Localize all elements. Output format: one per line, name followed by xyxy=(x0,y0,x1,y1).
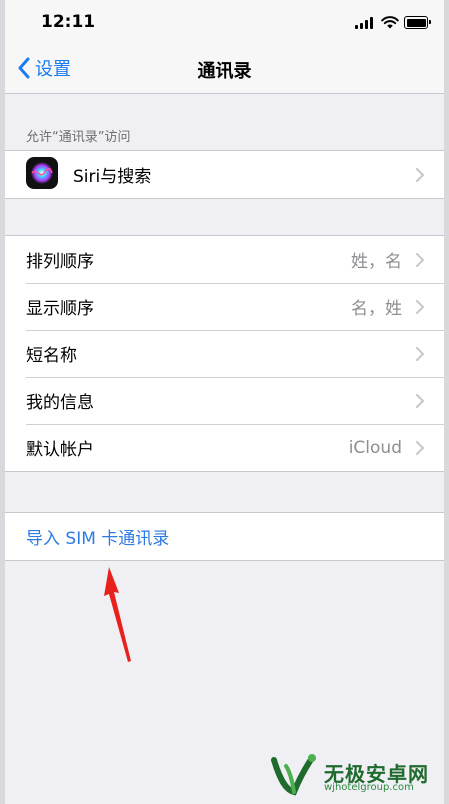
chevron-right-icon xyxy=(416,346,424,361)
status-time: 12:11 xyxy=(41,12,96,32)
display-order-label: 显示顺序 xyxy=(26,299,94,319)
status-bar: 12:11 xyxy=(5,0,444,44)
import-sim-group: 导入 SIM 卡通讯录 xyxy=(5,512,444,561)
sort-order-value: 姓，名 xyxy=(351,252,402,272)
short-name-label: 短名称 xyxy=(26,346,77,366)
default-account-label: 默认帐户 xyxy=(26,440,94,460)
chevron-right-icon xyxy=(416,440,424,455)
watermark: 无极安卓网 wjhotelgroup.com xyxy=(268,748,448,800)
chevron-right-icon xyxy=(416,393,424,408)
right-border xyxy=(444,0,449,804)
sort-order-row[interactable]: 排列顺序 姓，名 xyxy=(5,236,444,283)
default-account-row[interactable]: 默认帐户 iCloud xyxy=(5,424,444,471)
import-sim-label: 导入 SIM 卡通讯录 xyxy=(26,529,170,549)
siri-icon xyxy=(26,157,58,189)
my-info-label: 我的信息 xyxy=(26,393,94,413)
signal-icon xyxy=(355,17,377,29)
my-info-row[interactable]: 我的信息 xyxy=(5,377,444,424)
display-order-row[interactable]: 显示顺序 名，姓 xyxy=(5,283,444,330)
wifi-icon xyxy=(381,16,399,29)
watermark-url: wjhotelgroup.com xyxy=(324,782,414,793)
siri-search-label: Siri与搜索 xyxy=(73,167,152,187)
short-name-row[interactable]: 短名称 xyxy=(5,330,444,377)
chevron-right-icon xyxy=(416,252,424,267)
default-account-value: iCloud xyxy=(348,437,402,458)
navigation-bar: 设置 通讯录 xyxy=(5,44,444,94)
allow-access-group: Siri与搜索 xyxy=(5,150,444,199)
section-header-allow: 允许“通讯录”访问 xyxy=(26,130,131,145)
screen: 12:11 设置 通讯录 允许“通讯录”访问 Siri与搜索 排列顺序 姓，名 … xyxy=(0,0,449,804)
import-sim-contacts-button[interactable]: 导入 SIM 卡通讯录 xyxy=(5,513,444,560)
page-title: 通讯录 xyxy=(197,61,252,82)
siri-search-row[interactable]: Siri与搜索 xyxy=(5,151,444,198)
contacts-settings-group: 排列顺序 姓，名 显示顺序 名，姓 短名称 我的信息 默认帐户 iCloud xyxy=(5,235,444,472)
sort-order-label: 排列顺序 xyxy=(26,252,94,272)
chevron-right-icon xyxy=(416,167,424,182)
watermark-logo-icon xyxy=(271,754,316,796)
chevron-right-icon xyxy=(416,299,424,314)
annotation-arrow-icon xyxy=(104,567,131,662)
display-order-value: 名，姓 xyxy=(351,299,402,319)
battery-icon xyxy=(404,16,431,29)
